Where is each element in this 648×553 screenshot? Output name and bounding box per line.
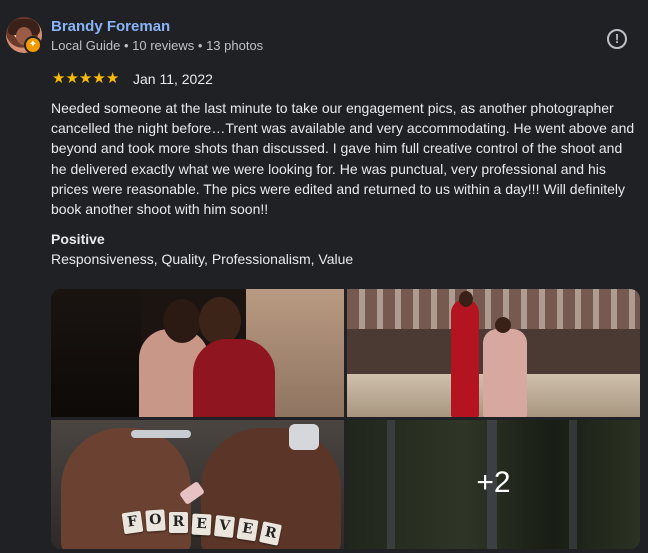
star-icon: ★ xyxy=(78,70,93,87)
star-icon: ★ xyxy=(65,70,79,87)
photo-couple-sitting[interactable] xyxy=(347,289,640,417)
star-icon: ★ xyxy=(105,70,120,87)
review-date: Jan 11, 2022 xyxy=(133,71,213,87)
photo-hands-forever[interactable]: F O R E V E R xyxy=(51,420,344,549)
reviewer-meta: Local Guide • 10 reviews • 13 photos xyxy=(51,38,264,53)
star-icon: ★ xyxy=(52,70,66,87)
photo-gallery: F O R E V E R +2 xyxy=(51,289,640,549)
photo-couple-kiss[interactable] xyxy=(51,289,344,417)
more-photos-count[interactable]: +2 xyxy=(347,466,640,500)
review-text: Needed someone at the last minute to tak… xyxy=(51,100,635,218)
scrabble-tile: O xyxy=(145,509,166,532)
local-guide-badge-icon: ✦ xyxy=(24,36,42,54)
review-card: ✦ Brandy Foreman Local Guide • 10 review… xyxy=(0,0,648,553)
star-rating: ★★★★★ xyxy=(52,69,119,88)
star-icon: ★ xyxy=(92,70,106,87)
positive-values: Responsiveness, Quality, Professionalism… xyxy=(51,251,354,267)
photo-more[interactable]: +2 xyxy=(347,420,640,549)
scrabble-tile: R xyxy=(169,512,188,533)
reviewer-name[interactable]: Brandy Foreman xyxy=(51,18,170,35)
scrabble-tile: V xyxy=(213,515,236,538)
report-review-icon[interactable]: ! xyxy=(607,29,627,49)
scrabble-tile: E xyxy=(236,517,259,542)
scrabble-tile: E xyxy=(191,513,212,536)
scrabble-tile: F xyxy=(121,510,144,535)
positive-heading: Positive xyxy=(51,231,105,247)
